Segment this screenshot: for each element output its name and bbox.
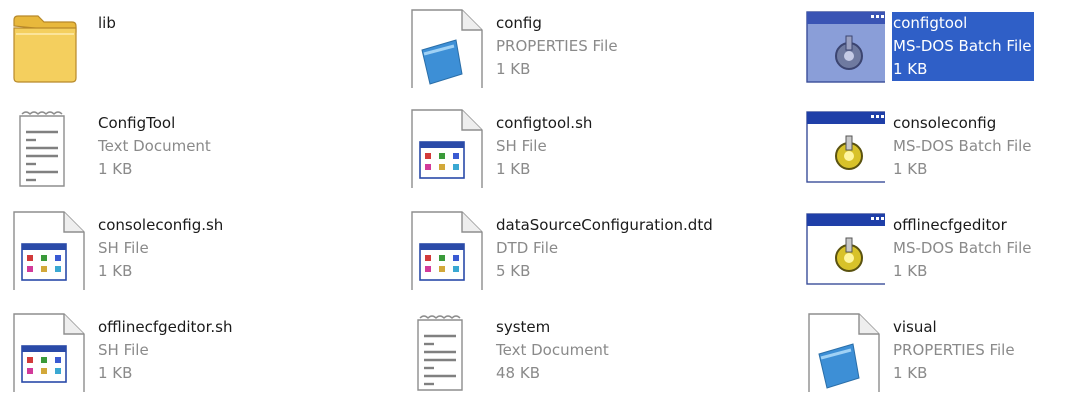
properties-file-icon — [408, 8, 488, 88]
file-size: 1 KB — [496, 60, 531, 78]
file-item-configtool-sh[interactable]: configtool.sh SH File 1 KB — [408, 108, 708, 198]
file-size: 1 KB — [893, 60, 928, 78]
batch-file-icon — [805, 8, 885, 88]
sh-file-icon — [10, 312, 90, 392]
properties-file-icon — [805, 312, 885, 392]
file-type: DTD File — [496, 239, 559, 257]
file-name: offlinecfgeditor — [893, 216, 1007, 234]
batch-file-icon — [805, 210, 885, 290]
file-item-configtool-txt[interactable]: ConfigTool Text Document 1 KB — [10, 108, 310, 198]
folder-icon — [10, 8, 90, 88]
file-item-datasourceconfiguration-dtd[interactable]: dataSourceConfiguration.dtd DTD File 5 K… — [408, 210, 713, 300]
file-type: MS-DOS Batch File — [893, 239, 1032, 257]
file-item-visual[interactable]: visual PROPERTIES File 1 KB — [805, 312, 1065, 402]
file-name: system — [496, 318, 551, 336]
batch-file-icon — [805, 108, 885, 188]
file-grid: lib config PROPERTIES File 1 KB configto… — [0, 0, 1065, 405]
file-size: 1 KB — [893, 160, 928, 178]
file-item-consoleconfig-sh[interactable]: consoleconfig.sh SH File 1 KB — [10, 210, 310, 300]
text-document-icon — [408, 312, 488, 392]
file-item-system[interactable]: system Text Document 48 KB — [408, 312, 708, 402]
file-size: 5 KB — [496, 262, 531, 280]
file-size: 1 KB — [496, 160, 531, 178]
file-type: MS-DOS Batch File — [893, 37, 1032, 55]
file-size: 1 KB — [98, 160, 133, 178]
file-type: PROPERTIES File — [893, 341, 1015, 359]
file-name: dataSourceConfiguration.dtd — [496, 216, 713, 234]
file-size: 1 KB — [98, 364, 133, 382]
file-type: Text Document — [98, 137, 211, 155]
file-name: visual — [893, 318, 937, 336]
file-item-consoleconfig[interactable]: consoleconfig MS-DOS Batch File 1 KB — [805, 108, 1065, 198]
file-name: lib — [98, 14, 116, 32]
dtd-file-icon — [408, 210, 488, 290]
file-item-offlinecfgeditor[interactable]: offlinecfgeditor MS-DOS Batch File 1 KB — [805, 210, 1065, 300]
file-name: configtool — [893, 14, 968, 32]
file-name: configtool.sh — [496, 114, 593, 132]
file-name: consoleconfig.sh — [98, 216, 224, 234]
file-name: config — [496, 14, 542, 32]
file-size: 1 KB — [893, 364, 928, 382]
file-type: Text Document — [496, 341, 609, 359]
text-document-icon — [10, 108, 90, 188]
sh-file-icon — [10, 210, 90, 290]
file-item-configtool[interactable]: configtool MS-DOS Batch File 1 KB — [805, 8, 1065, 98]
file-type: SH File — [98, 341, 149, 359]
file-name: offlinecfgeditor.sh — [98, 318, 233, 336]
file-name: consoleconfig — [893, 114, 997, 132]
file-size: 1 KB — [893, 262, 928, 280]
file-type: PROPERTIES File — [496, 37, 618, 55]
file-type: SH File — [98, 239, 149, 257]
file-name: ConfigTool — [98, 114, 176, 132]
file-item-lib[interactable]: lib — [10, 8, 310, 98]
file-type: MS-DOS Batch File — [893, 137, 1032, 155]
file-item-config[interactable]: config PROPERTIES File 1 KB — [408, 8, 708, 98]
sh-file-icon — [408, 108, 488, 188]
file-item-offlinecfgeditor-sh[interactable]: offlinecfgeditor.sh SH File 1 KB — [10, 312, 310, 402]
file-type: SH File — [496, 137, 547, 155]
file-size: 1 KB — [98, 262, 133, 280]
file-size: 48 KB — [496, 364, 540, 382]
